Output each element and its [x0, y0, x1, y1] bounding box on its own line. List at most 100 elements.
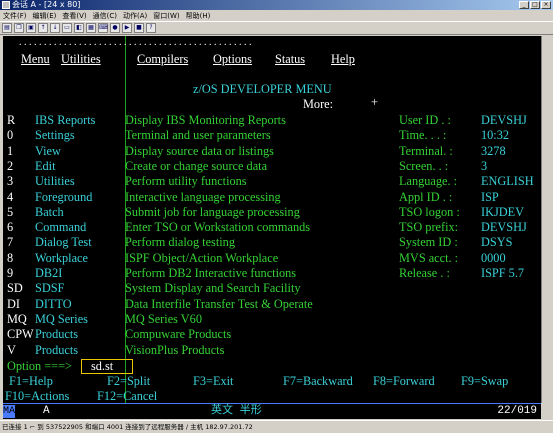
option-desc: Perform dialog testing — [125, 235, 235, 250]
action-options[interactable]: Options — [213, 52, 252, 67]
option-desc: Perform DB2 Interactive functions — [125, 266, 297, 280]
option-name[interactable]: Foreground — [35, 190, 92, 205]
info-value: DEVSHJ — [481, 113, 527, 127]
action-utilities[interactable]: Utilities — [61, 52, 101, 67]
menu-window[interactable]: 窗口(W) — [153, 11, 179, 21]
status-text: 已连接 1 ⌐ 到 537522905 和端口 4001 连接到了远程服务器 /… — [2, 423, 253, 431]
option-desc: Compuware Products — [125, 327, 232, 342]
info-label: Language. : — [399, 174, 458, 189]
close-button[interactable]: × — [541, 1, 551, 9]
option-name[interactable]: Edit — [35, 159, 56, 174]
info-value: DEVSHJ — [481, 220, 527, 235]
option-name[interactable]: Products — [35, 343, 78, 358]
pf-key[interactable]: F7=Backward — [283, 374, 353, 389]
receive-icon[interactable]: ↓ — [50, 23, 60, 33]
pf-key[interactable]: F10=Actions — [5, 389, 69, 403]
menu-help[interactable]: 帮助(H) — [186, 11, 211, 21]
terminal-screen[interactable]: . . . . . . . . . . . . . . . . . . . . … — [3, 36, 541, 403]
stop-icon[interactable]: ■ — [134, 23, 144, 33]
menu-actions[interactable]: 动作(A) — [123, 11, 147, 21]
info-label: Appl ID . : — [399, 189, 453, 204]
command-input[interactable]: sd.st — [91, 359, 113, 374]
operator-information-area: MA A 英文 半形 22/019 — [3, 403, 541, 419]
title-bar: 会话 A - [24 x 80] _ □ × — [0, 0, 553, 10]
option-desc: Submit job for language processing — [125, 204, 300, 219]
menu-view[interactable]: 查看(V) — [62, 11, 86, 21]
option-key: 9 — [7, 266, 14, 280]
info-value: 3 — [481, 158, 488, 173]
option-name[interactable]: Dialog Test — [35, 235, 92, 250]
option-name[interactable]: View — [35, 144, 61, 159]
option-name[interactable]: Batch — [35, 205, 64, 220]
option-desc: System Display and Search Facility — [125, 281, 301, 296]
action-help[interactable]: Help — [331, 52, 355, 67]
option-desc: Interactive language processing — [125, 189, 281, 204]
color-icon[interactable]: ◧ — [74, 23, 84, 33]
option-desc: Display IBS Monitoring Reports — [125, 113, 286, 127]
option-key: 6 — [7, 220, 14, 235]
option-key: 4 — [7, 189, 14, 204]
pf-key[interactable]: F8=Forward — [373, 374, 435, 389]
option-prompt: Option ===> — [7, 359, 72, 373]
info-label: Terminal. : — [399, 143, 453, 158]
info-label: User ID . : — [399, 113, 451, 127]
pf-key[interactable]: F1=Help — [9, 374, 53, 389]
map-icon[interactable]: ▦ — [86, 23, 96, 33]
action-menu[interactable]: Menu — [21, 52, 50, 67]
help-icon[interactable]: ? — [146, 23, 156, 33]
option-key: 8 — [7, 250, 14, 265]
option-name[interactable]: IBS Reports — [35, 113, 95, 128]
option-name[interactable]: Settings — [35, 128, 75, 143]
menu-bar: 文件(F) 编辑(E) 查看(V) 通信(C) 动作(A) 窗口(W) 帮助(H… — [0, 10, 553, 21]
keyboard-icon[interactable]: ⌨ — [98, 23, 108, 33]
info-label: Screen. . : — [399, 158, 449, 173]
option-name[interactable]: DITTO — [35, 297, 72, 312]
option-key: 2 — [7, 158, 14, 173]
option-desc: VisionPlus Products — [125, 342, 225, 357]
option-key: CPW — [7, 327, 34, 342]
menu-file[interactable]: 文件(F) — [3, 11, 27, 21]
action-compilers[interactable]: Compilers — [137, 52, 188, 67]
option-name[interactable]: Command — [35, 220, 86, 235]
pf-key[interactable]: F9=Swap — [461, 374, 508, 389]
more-label: More: — [303, 97, 334, 111]
option-name[interactable]: Utilities — [35, 174, 75, 189]
pf-key[interactable]: F3=Exit — [193, 374, 233, 389]
menu-communication[interactable]: 通信(C) — [93, 11, 117, 21]
minimize-button[interactable]: _ — [519, 1, 529, 9]
option-name[interactable]: Workplace — [35, 251, 88, 266]
more-indicator: + — [371, 95, 378, 109]
panel-title: z/OS DEVELOPER MENU — [193, 82, 332, 96]
option-key: R — [7, 113, 16, 127]
info-label: Time. . . : — [399, 128, 447, 143]
option-desc: Display source data or listings — [125, 143, 274, 158]
print-icon[interactable]: ▤ — [2, 23, 12, 33]
display-icon[interactable]: ▭ — [62, 23, 72, 33]
action-bar-separator: . . . . . . . . . . . . . . . . . . . . … — [19, 37, 252, 48]
session-letter: A — [43, 405, 50, 417]
menu-edit[interactable]: 编辑(E) — [33, 11, 57, 21]
option-key: 3 — [7, 174, 14, 189]
info-value: ISP — [481, 189, 499, 204]
option-name[interactable]: Products — [35, 327, 78, 342]
option-name[interactable]: SDSF — [35, 281, 64, 296]
cursor-position: 22/019 — [497, 405, 537, 417]
option-name[interactable]: DB2I — [35, 266, 62, 281]
paste-icon[interactable]: ▣ — [26, 23, 36, 33]
option-key: DI — [7, 296, 20, 311]
pf-key[interactable]: F12=Cancel — [97, 389, 157, 403]
info-label: System ID : — [399, 235, 458, 250]
option-desc: Data Interfile Transfer Test & Operate — [125, 296, 313, 311]
vertical-scrollbar[interactable] — [541, 36, 553, 403]
option-key: 0 — [7, 128, 14, 143]
option-key: MQ — [7, 311, 27, 326]
action-status[interactable]: Status — [275, 52, 305, 67]
option-name[interactable]: MQ Series — [35, 312, 88, 327]
send-icon[interactable]: ↑ — [38, 23, 48, 33]
macro-record-icon[interactable]: ● — [110, 23, 120, 33]
maximize-button[interactable]: □ — [530, 1, 540, 9]
pf-key[interactable]: F2=Split — [107, 374, 150, 389]
copy-icon[interactable]: ❐ — [14, 23, 24, 33]
macro-play-icon[interactable]: ▶ — [122, 23, 132, 33]
option-desc: Enter TSO or Workstation commands — [125, 220, 311, 235]
